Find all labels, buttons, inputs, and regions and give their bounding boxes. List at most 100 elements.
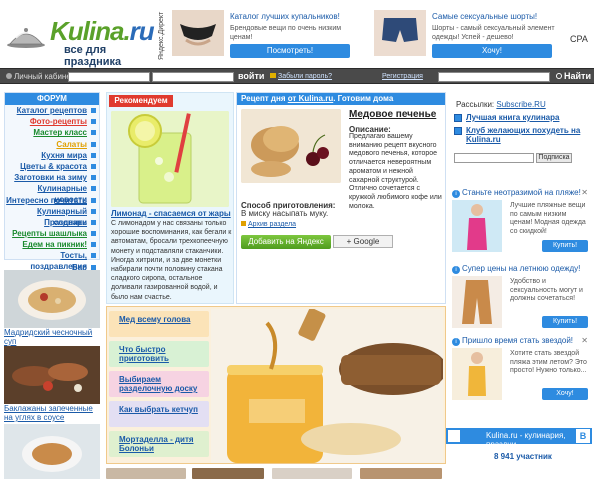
ad-title[interactable]: Супер цены на летнюю одежду! <box>452 264 580 274</box>
ad-button[interactable]: Купить! <box>542 316 588 328</box>
menu-item[interactable]: Фото-рецепты <box>5 116 99 127</box>
add-to-yandex-button[interactable]: Добавить на Яндекс <box>241 235 331 249</box>
ad-title[interactable]: Каталог лучших купальников! <box>230 12 340 21</box>
thumb-soup[interactable]: Мадридский чесночный суп <box>4 270 100 346</box>
header-ad-swimwear[interactable]: Каталог лучших купальников! Брендовые ве… <box>172 10 362 62</box>
vk-badge-icon[interactable]: В <box>576 429 590 443</box>
ad-title[interactable]: Станьте неотразимой на пляже! <box>452 188 581 198</box>
recipe-of-day: Рецепт дня от Kulina.ru. Готовим дома Ме… <box>236 92 446 304</box>
menu-item[interactable]: Едем на пикник! <box>5 239 99 250</box>
cpa-label: CPA <box>570 34 588 44</box>
menu-item[interactable]: Цветы & красота <box>5 161 99 172</box>
bottom-thumb[interactable] <box>272 468 352 479</box>
register-link[interactable]: Регистрация <box>382 73 423 80</box>
bottom-thumb[interactable] <box>192 468 264 479</box>
honey-image[interactable] <box>211 309 443 463</box>
feature-item[interactable]: Мед всему голова <box>109 311 209 337</box>
right-ad-star[interactable]: Пришло время стать звездой! ✕ Хотите ста… <box>452 336 588 400</box>
ad-button[interactable]: Хочу! <box>542 388 588 400</box>
recipe-name[interactable]: Медовое печенье <box>349 109 436 120</box>
feature-item[interactable]: Мортаделла - дитя Болоньи <box>109 431 209 457</box>
menu-item[interactable]: Кухня мира <box>5 150 99 161</box>
beach-model-image <box>452 200 502 252</box>
search-input[interactable] <box>438 72 550 82</box>
thumb-third[interactable] <box>4 424 100 479</box>
menu-item[interactable]: Каталог рецептов <box>5 105 99 116</box>
ad-text: Хотите стать звездой пляжа этим летом? Э… <box>510 350 587 374</box>
search-button[interactable]: Найти <box>556 71 591 81</box>
menu-item[interactable]: Салаты <box>5 139 99 150</box>
login-button[interactable]: войти <box>238 71 264 81</box>
ad-title[interactable]: Пришло время стать звездой! <box>452 336 573 346</box>
bottom-thumb[interactable] <box>360 468 442 479</box>
subscribe-service-link[interactable]: Subscribe.RU <box>496 100 545 109</box>
subscribe-button[interactable]: Подписка <box>536 153 572 163</box>
login-bar: Личный кабинет войти Забыли пароль? Реги… <box>0 68 594 84</box>
archive-link[interactable]: Архив раздела <box>241 221 296 228</box>
login-field[interactable] <box>68 72 150 82</box>
forum-header[interactable]: ФОРУМ <box>5 93 99 105</box>
option-book[interactable]: Лучшая книга кулинара <box>466 113 559 122</box>
search-icon <box>556 73 562 79</box>
dish-image <box>4 424 100 479</box>
site-link[interactable]: от Kulina.ru <box>288 94 334 103</box>
menu-item[interactable]: Кулинарные новости <box>5 183 99 204</box>
feature-item[interactable]: Как выбрать кетчуп <box>109 401 209 427</box>
right-ad-summer[interactable]: Супер цены на летнюю одежду! Удобство и … <box>452 264 588 328</box>
close-icon[interactable]: ✕ <box>581 336 588 345</box>
menu-item[interactable]: Интересно почитать <box>5 195 99 206</box>
menu-item[interactable]: Мастер класс <box>5 127 99 138</box>
menu-item[interactable]: Кулинарный словарь <box>5 206 99 227</box>
menu-item[interactable]: Тосты, поздравления <box>5 250 99 271</box>
recipe-header: Рецепт дня от Kulina.ru. Готовим дома <box>237 93 445 105</box>
thumb-caption[interactable]: Баклажаны запеченные на углях в соусе <box>4 404 100 422</box>
archive-icon <box>241 221 246 226</box>
key-icon <box>270 73 276 78</box>
swimwear-image <box>172 10 224 56</box>
menu-item[interactable]: Праздники <box>5 217 99 228</box>
right-ad-beach[interactable]: Станьте неотразимой на пляже! ✕ Лучшие п… <box>452 188 588 252</box>
summer-clothes-image <box>452 276 502 328</box>
vk-members-count: 8 941 участник <box>494 452 552 461</box>
recommend-title[interactable]: Лимонад - спасаемся от жары <box>111 209 231 218</box>
checkbox-book[interactable] <box>454 114 462 122</box>
feature-item[interactable]: Выбираем разделочную доску <box>109 371 209 397</box>
feature-item[interactable]: Что быстро приготовить <box>109 341 209 367</box>
option-club[interactable]: Клуб желающих похудеть на Kulina.ru <box>466 126 586 144</box>
prep-text: В миску насыпать муку. <box>241 209 329 218</box>
add-to-google-button[interactable]: + Google <box>333 235 393 248</box>
lemonade-image[interactable] <box>111 111 229 207</box>
yandex-direct-label: Яндекс.Директ <box>158 11 165 61</box>
ad-text: Шорты - самый сексуальный элемент одежды… <box>432 25 555 41</box>
email-field[interactable] <box>454 153 534 163</box>
recommend-tab[interactable]: Рекомендуем <box>109 95 173 107</box>
category-menu: ФОРУМ Каталог рецептов Фото-рецепты Мастер… <box>4 92 100 272</box>
ad-button[interactable]: Посмотреть! <box>230 44 350 58</box>
thumb-eggplant[interactable]: Баклажаны запеченные на углях в соусе <box>4 346 100 422</box>
vk-widget-bar[interactable]: Kulina.ru - кулинария, праздни В <box>446 428 592 449</box>
ad-text: Удобство и сексуальность могут и должны … <box>510 278 583 302</box>
bottom-thumb[interactable] <box>106 468 186 479</box>
ad-title[interactable]: Самые сексуальные шорты! <box>432 12 537 21</box>
subscribe-panel: Рассылки: Subscribe.RU Лучшая книга кули… <box>450 100 590 180</box>
cookies-image[interactable] <box>241 109 341 183</box>
ad-text: Брендовые вещи по очень низким ценам! <box>230 25 342 41</box>
feature-panel: Мед всему голова Что быстро приготовить Вы… <box>106 306 446 464</box>
star-model-image <box>452 348 502 400</box>
thumb-caption[interactable]: Мадридский чесночный суп <box>4 328 100 346</box>
header-ad-shorts[interactable]: Самые сексуальные шорты! Шорты - самый с… <box>374 10 564 62</box>
close-icon[interactable]: ✕ <box>581 188 588 197</box>
brand-name: Kulina.ru <box>50 16 155 46</box>
ad-button[interactable]: Хочу! <box>432 44 552 58</box>
checkbox-club[interactable] <box>454 127 462 135</box>
tagline: все для праздника <box>64 44 122 68</box>
forgot-password-link[interactable]: Забыли пароль? <box>270 73 332 80</box>
eggplant-image <box>4 346 100 404</box>
ad-button[interactable]: Купить! <box>542 240 588 252</box>
user-icon <box>6 73 12 79</box>
menu-item[interactable]: Рецепты шашлыка <box>5 228 99 239</box>
menu-item[interactable]: Заготовки на зиму <box>5 172 99 183</box>
recommend-panel: Рекомендуем Лимонад - спасаемся от жары … <box>106 92 234 304</box>
password-field[interactable] <box>152 72 234 82</box>
site-logo[interactable]: Kulina.ru все для праздника <box>4 8 160 68</box>
